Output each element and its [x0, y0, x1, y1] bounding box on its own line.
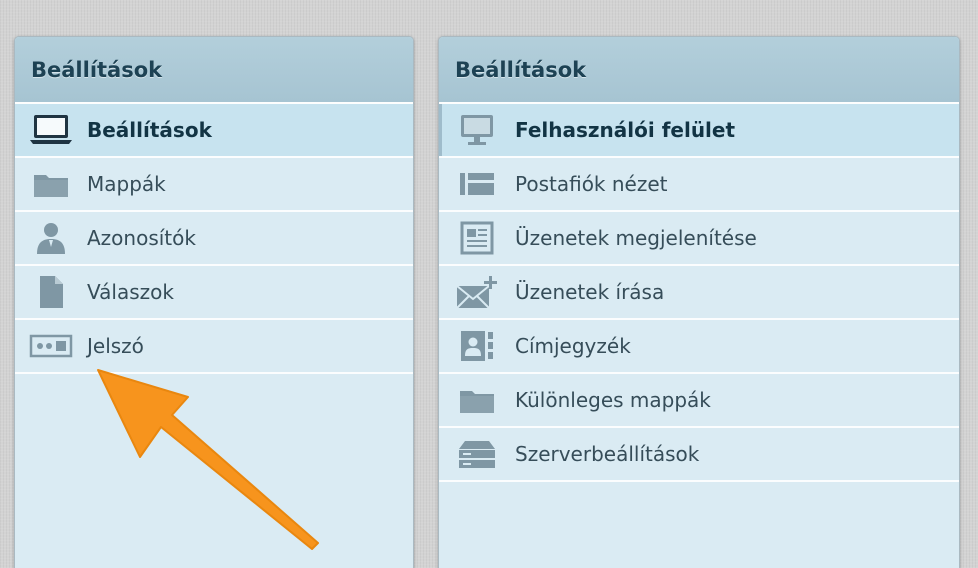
section-item-identities[interactable]: Azonosítók [15, 212, 413, 266]
password-icon [15, 333, 87, 359]
subsection-item-label: Felhasználói felület [515, 118, 736, 142]
subsection-item-message-display[interactable]: Üzenetek megjelenítése [439, 212, 959, 266]
folder-icon [15, 169, 87, 199]
panel-header: Beállítások [439, 37, 959, 104]
section-item-label: Beállítások [87, 118, 212, 142]
section-item-label: Válaszok [87, 280, 174, 304]
panel-title: Beállítások [455, 57, 587, 82]
server-icon [439, 439, 515, 469]
subsection-item-mailbox-view[interactable]: Postafiók nézet [439, 158, 959, 212]
mailbox-view-icon [439, 171, 515, 197]
subsections-list: Felhasználói felület Postafiók nézet Üze… [439, 104, 959, 482]
subsection-item-label: Címjegyzék [515, 334, 631, 358]
settings-sections-panel: Beállítások Beállítások Mappák Azonosító… [14, 36, 414, 568]
panel-header: Beállítások [15, 37, 413, 104]
sections-list: Beállítások Mappák Azonosítók Válaszok J… [15, 104, 413, 374]
folder-icon [439, 385, 515, 415]
subsection-item-special-folders[interactable]: Különleges mappák [439, 374, 959, 428]
panel-title: Beállítások [31, 57, 163, 82]
laptop-icon [15, 113, 87, 147]
section-item-label: Mappák [87, 172, 166, 196]
section-item-password[interactable]: Jelszó [15, 320, 413, 374]
section-item-folders[interactable]: Mappák [15, 158, 413, 212]
section-item-label: Jelszó [87, 334, 144, 358]
subsection-item-label: Szerverbeállítások [515, 442, 700, 466]
section-item-settings[interactable]: Beállítások [15, 104, 413, 158]
subsection-item-message-compose[interactable]: Üzenetek írása [439, 266, 959, 320]
subsection-item-label: Üzenetek megjelenítése [515, 226, 757, 250]
section-item-responses[interactable]: Válaszok [15, 266, 413, 320]
message-view-icon [439, 221, 515, 255]
section-item-label: Azonosítók [87, 226, 196, 250]
subsection-item-label: Postafiók nézet [515, 172, 668, 196]
subsection-item-server-settings[interactable]: Szerverbeállítások [439, 428, 959, 482]
address-book-icon [439, 329, 515, 363]
document-icon [15, 274, 87, 310]
settings-subsections-panel: Beállítások Felhasználói felület Postafi… [438, 36, 960, 568]
user-icon [15, 220, 87, 256]
subsection-item-user-interface[interactable]: Felhasználói felület [439, 104, 959, 158]
monitor-icon [439, 113, 515, 147]
subsection-item-label: Üzenetek írása [515, 280, 665, 304]
subsection-item-address-book[interactable]: Címjegyzék [439, 320, 959, 374]
compose-mail-icon [439, 274, 515, 310]
subsection-item-label: Különleges mappák [515, 388, 711, 412]
